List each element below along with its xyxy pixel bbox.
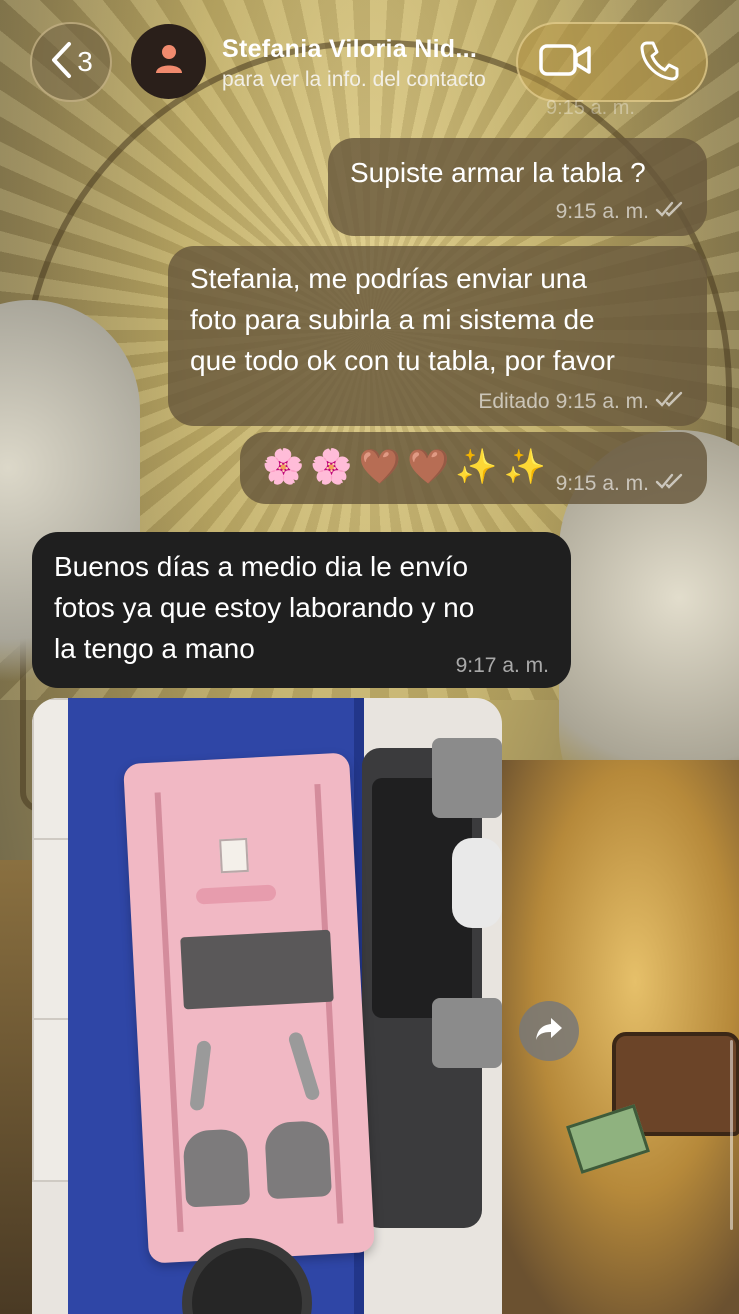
contact-name[interactable]: Stefania Viloria Nid...: [222, 35, 477, 64]
scrolled-timestamp: 9:15 a. m.: [546, 97, 635, 119]
message-time: 9:15 a. m.: [555, 390, 649, 413]
edited-label: Editado: [478, 390, 550, 413]
scrollbar[interactable]: [730, 1040, 733, 1230]
back-button[interactable]: 3: [30, 22, 112, 102]
message-time: 9:17 a. m.: [455, 654, 549, 677]
double-check-icon: [655, 200, 685, 224]
message-text: Stefania, me podrías enviar una foto par…: [190, 258, 615, 381]
forward-arrow-icon: [534, 1016, 564, 1047]
double-check-icon: [655, 472, 685, 496]
double-check-icon: [655, 390, 685, 414]
message-meta: 9:15 a. m.: [556, 472, 685, 496]
incoming-message[interactable]: Buenos días a medio dia le envío fotos y…: [32, 532, 571, 688]
avatar[interactable]: [131, 24, 206, 99]
board-display: [219, 837, 249, 874]
phone-icon: [638, 39, 680, 86]
brown-heart-emoji: 🤎: [407, 448, 450, 486]
emoji-message: 🌸 🌸 🤎 🤎 ✨ ✨: [262, 446, 546, 488]
message-text: Buenos días a medio dia le envío fotos y…: [54, 546, 474, 669]
person-icon: [154, 43, 184, 80]
step-platform: [362, 748, 482, 1228]
incoming-photo-message[interactable]: [32, 698, 502, 1314]
brown-heart-emoji: 🤎: [358, 448, 402, 486]
forward-button[interactable]: [519, 1001, 579, 1061]
pink-fitness-board: [123, 752, 375, 1264]
message-time: 9:15 a. m.: [555, 472, 649, 495]
unread-count: 3: [77, 46, 93, 77]
message-text: Supiste armar la tabla ?: [350, 157, 646, 188]
message-meta: 9:17 a. m.: [456, 654, 549, 678]
video-camera-icon: [539, 43, 591, 82]
message-line: Stefania, me podrías enviar una: [190, 263, 587, 294]
outgoing-message[interactable]: 🌸 🌸 🤎 🤎 ✨ ✨ 9:15 a. m.: [240, 432, 707, 504]
chevron-left-icon: [49, 41, 73, 84]
message-meta: Editado 9:15 a. m.: [478, 390, 685, 414]
outgoing-message[interactable]: Stefania, me podrías enviar una foto par…: [168, 246, 707, 426]
sparkles-emoji: ✨: [455, 448, 498, 486]
cherry-blossom-emoji: 🌸: [262, 448, 305, 486]
chat-header: 3 Stefania Viloria Nid... para ver la in…: [0, 0, 739, 119]
message-line: fotos ya que estoy laborando y no: [54, 592, 475, 623]
sparkles-emoji: ✨: [503, 448, 547, 486]
message-meta: 9:15 a. m.: [556, 200, 685, 224]
cherry-blossom-emoji: 🌸: [310, 448, 353, 486]
message-line: que todo ok con tu tabla, por favor: [190, 345, 615, 376]
message-line: foto para subirla a mi sistema de: [190, 304, 595, 335]
message-line: la tengo a mano: [54, 633, 255, 664]
message-line: Buenos días a medio dia le envío: [54, 551, 469, 582]
voice-call-button[interactable]: [612, 24, 706, 100]
contact-info-hint[interactable]: para ver la info. del contacto: [222, 68, 496, 92]
call-buttons: [516, 22, 708, 102]
board-cushion: [180, 929, 334, 1010]
message-time: 9:15 a. m.: [555, 200, 649, 223]
outgoing-message[interactable]: Supiste armar la tabla ? 9:15 a. m.: [328, 138, 707, 236]
video-call-button[interactable]: [518, 24, 612, 100]
foot-pedal: [182, 1128, 251, 1208]
foot-pedal: [264, 1120, 332, 1200]
sneaker: [452, 838, 502, 928]
